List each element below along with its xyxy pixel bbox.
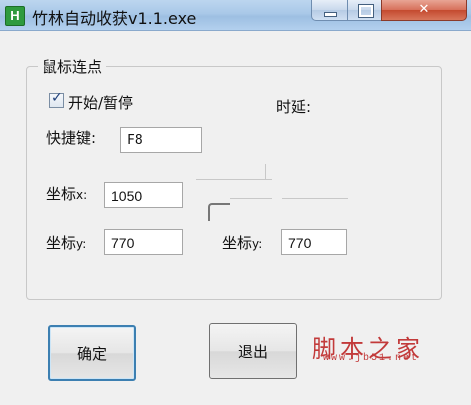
checkmark-icon: ✓ [51, 90, 63, 106]
coord-x-label: 坐标x: [46, 183, 87, 204]
start-pause-label[interactable]: 开始/暂停 [68, 92, 133, 113]
render-artifact [265, 164, 266, 180]
coord-y-label-1: 坐标y: [46, 232, 86, 253]
render-artifact [230, 198, 272, 199]
groupbox-title: 鼠标连点 [38, 56, 107, 77]
coord-y-label-2: 坐标y: [222, 232, 262, 253]
app-icon: H [5, 6, 25, 26]
render-artifact [282, 198, 348, 199]
coord-x-label-main: 坐标 [46, 185, 77, 203]
render-artifact [208, 203, 230, 221]
coord-y-field-1[interactable]: 770 [104, 229, 183, 255]
watermark-url: www.jb51.net [323, 353, 420, 364]
hotkey-label: 快捷键: [46, 129, 97, 147]
coord-y2-label-suffix: y: [252, 237, 263, 251]
render-artifact [196, 179, 272, 180]
minimize-button[interactable] [311, 0, 349, 21]
minimize-icon [324, 12, 337, 17]
delay-label: 时延: [276, 98, 312, 116]
coord-y1-label-suffix: y: [76, 237, 87, 251]
window-title: 竹林自动收获v1.1.exe [32, 9, 197, 28]
coord-x-field[interactable]: 1050 [104, 182, 183, 208]
ok-button[interactable]: 确定 [48, 325, 136, 381]
title-bar[interactable]: H 竹林自动收获v1.1.exe ✕ [0, 0, 471, 31]
hotkey-field[interactable]: F8 [120, 127, 202, 153]
coord-x-label-suffix: x: [76, 188, 88, 202]
exit-button[interactable]: 退出 [209, 323, 297, 379]
ok-button-label: 确定 [76, 344, 107, 363]
app-window: H 竹林自动收获v1.1.exe ✕ 鼠标连点 ✓ 开始/暂停 时延: 快捷键:… [0, 0, 471, 405]
coord-y-field-2[interactable]: 770 [281, 229, 347, 255]
checkbox-box[interactable]: ✓ [49, 90, 64, 108]
close-icon: ✕ [418, 2, 430, 17]
exit-button-label: 退出 [237, 342, 268, 361]
maximize-icon [358, 4, 374, 18]
close-button[interactable]: ✕ [381, 0, 467, 21]
coord-y2-label-main: 坐标 [222, 234, 253, 252]
maximize-button[interactable] [347, 0, 383, 21]
coord-y1-label-main: 坐标 [46, 234, 77, 252]
